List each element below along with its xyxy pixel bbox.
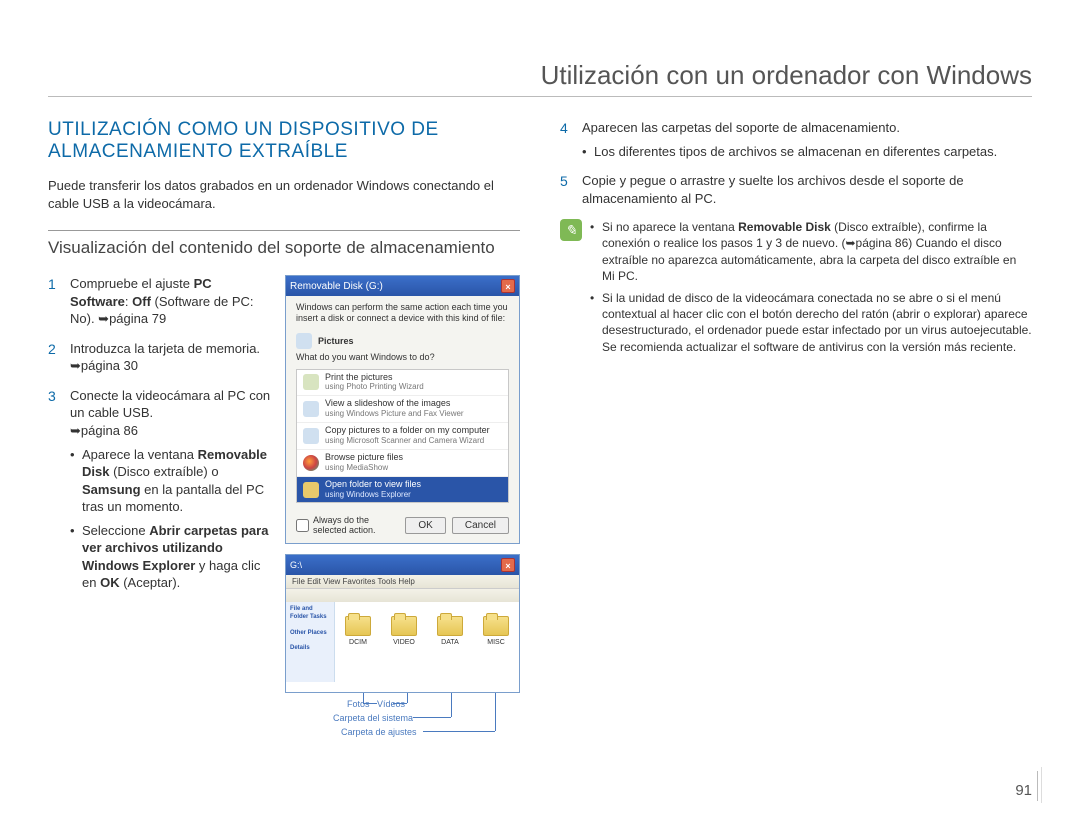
always-checkbox[interactable]: Always do the selected action. (296, 515, 399, 535)
step-3-sub-1: Aparece la ventana Removable Disk (Disco… (70, 446, 273, 516)
close-icon[interactable]: × (501, 558, 515, 572)
steps-list: 1 Compruebe el ajuste PC Software: Off (… (48, 275, 273, 592)
step-3: 3 Conecte la videocámara al PC con un ca… (48, 387, 273, 592)
explorer-menubar[interactable]: File Edit View Favorites Tools Help (286, 575, 519, 588)
step-4-sub: Los diferentes tipos de archivos se alma… (582, 143, 1032, 161)
step-4: 4 Aparecen las carpetas del soporte de a… (560, 119, 1032, 160)
explorer-sidebar[interactable]: File and Folder Tasks Other Places Detai… (286, 602, 335, 682)
mediashow-icon (303, 455, 319, 471)
ok-button[interactable]: OK (405, 517, 445, 534)
step-2: 2 Introduzca la tarjeta de memoria. ➥pág… (48, 340, 273, 375)
callouts: Fotos Vídeos Carpeta del sistema Carpeta… (285, 693, 520, 757)
folder-misc[interactable]: MISC (483, 616, 509, 668)
callout-videos: Vídeos (377, 699, 405, 709)
dialog-title: Removable Disk (G:) (290, 281, 383, 292)
option-open-folder[interactable]: Open folder to view filesusing Windows E… (297, 477, 508, 503)
manual-page: Utilización con un ordenador con Windows… (0, 0, 1080, 825)
slideshow-icon (303, 401, 319, 417)
dialog-options-list[interactable]: Print the picturesusing Photo Printing W… (296, 369, 509, 504)
page-number: 91 (1015, 782, 1032, 799)
figures-column: Removable Disk (G:) × Windows can perfor… (285, 275, 520, 757)
folder-icon (483, 616, 509, 636)
subsection-title: Visualización del contenido del soporte … (48, 230, 520, 259)
callout-sistema: Carpeta del sistema (333, 713, 413, 723)
content-columns: UTILIZACIÓN COMO UN DISPOSITIVO DE ALMAC… (48, 119, 1032, 757)
folder-icon (391, 616, 417, 636)
folder-icon (303, 482, 319, 498)
dialog-titlebar: Removable Disk (G:) × (286, 276, 519, 296)
scanner-icon (303, 428, 319, 444)
explorer-toolbar[interactable] (286, 588, 519, 602)
wizard-icon (303, 374, 319, 390)
step-3-sub-2: Seleccione Abrir carpetas para ver archi… (70, 522, 273, 592)
folder-dcim[interactable]: DCIM (345, 616, 371, 668)
explorer-title: G:\ (290, 560, 302, 570)
callout-fotos: Fotos (347, 699, 370, 709)
divider (48, 96, 1032, 97)
option-slideshow[interactable]: View a slideshow of the imagesusing Wind… (297, 396, 508, 423)
cancel-button[interactable]: Cancel (452, 517, 509, 534)
dialog-text-2: What do you want Windows to do? (296, 352, 509, 363)
chapter-title: Utilización con un ordenador con Windows (48, 60, 1032, 91)
note-2: Si la unidad de disco de la videocámara … (590, 290, 1032, 355)
right-column: 4 Aparecen las carpetas del soporte de a… (560, 119, 1032, 757)
folder-icon (345, 616, 371, 636)
explorer-content[interactable]: DCIM VIDEO DATA MISC (335, 602, 519, 682)
option-browse[interactable]: Browse picture filesusing MediaShow (297, 450, 508, 477)
explorer-window: G:\ × File Edit View Favorites Tools Help… (285, 554, 520, 693)
intro-text: Puede transferir los datos grabados en u… (48, 177, 520, 212)
callout-ajustes: Carpeta de ajustes (341, 727, 417, 737)
note-block: ✎ Si no aparece la ventana Removable Dis… (560, 219, 1032, 361)
folder-video[interactable]: VIDEO (391, 616, 417, 668)
section-title: UTILIZACIÓN COMO UN DISPOSITIVO DE ALMAC… (48, 119, 520, 163)
pictures-icon (296, 333, 312, 349)
folder-icon (437, 616, 463, 636)
close-icon[interactable]: × (501, 279, 515, 293)
note-icon: ✎ (560, 219, 582, 241)
dialog-text-1: Windows can perform the same action each… (296, 302, 509, 324)
folder-data[interactable]: DATA (437, 616, 463, 668)
steps-list-right: 4 Aparecen las carpetas del soporte de a… (560, 119, 1032, 207)
page-decor (1041, 767, 1042, 803)
step-5: 5 Copie y pegue o arrastre y suelte los … (560, 172, 1032, 207)
note-1: Si no aparece la ventana Removable Disk … (590, 219, 1032, 284)
option-print[interactable]: Print the picturesusing Photo Printing W… (297, 370, 508, 397)
left-column: UTILIZACIÓN COMO UN DISPOSITIVO DE ALMAC… (48, 119, 520, 757)
page-decor (1037, 771, 1038, 801)
step-1: 1 Compruebe el ajuste PC Software: Off (… (48, 275, 273, 328)
removable-disk-dialog: Removable Disk (G:) × Windows can perfor… (285, 275, 520, 544)
option-copy[interactable]: Copy pictures to a folder on my computer… (297, 423, 508, 450)
